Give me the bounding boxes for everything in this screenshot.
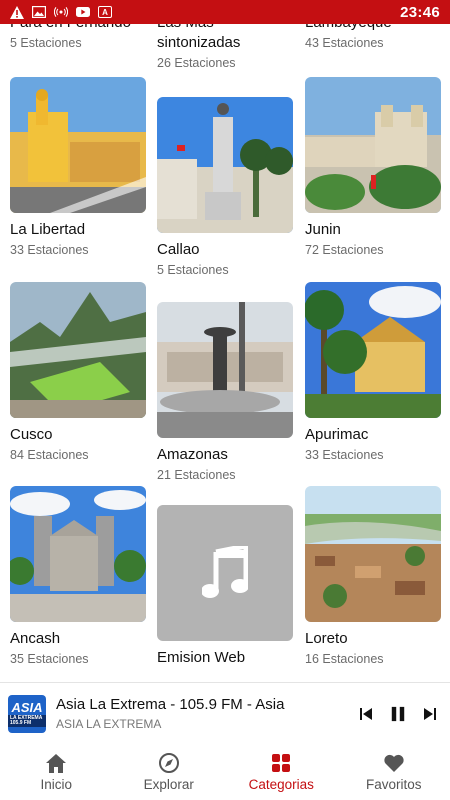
category-card-partial-3[interactable]: Lambayeque 43 Estaciones [305,24,441,50]
player-info[interactable]: Asia La Extrema - 105.9 FM - Asia ASIA L… [56,696,358,731]
station-logo: ASIA LA EXTREMA 105.9 FM [8,694,46,733]
nav-item-categorias[interactable]: Categorias [225,744,338,800]
a-icon: A [98,6,112,18]
category-count: 72 Estaciones [305,243,384,257]
category-count: 16 Estaciones [305,652,384,666]
category-name: Loreto [305,630,348,647]
nav-item-explorar[interactable]: Explorar [113,744,226,800]
category-count: 21 Estaciones [157,468,236,482]
category-name: sintonizadas [157,34,241,51]
category-name: Junin [305,221,341,238]
category-name: Ancash [10,630,61,647]
mini-player[interactable]: ASIA LA EXTREMA 105.9 FM Asia La Extrema… [0,682,450,744]
category-count: 26 Estaciones [157,56,236,70]
category-card-amazonas[interactable]: Amazonas 21 Estaciones [157,302,293,482]
monument-image [157,97,293,233]
skip-previous-icon[interactable] [358,706,374,722]
category-name: La Libertad [10,221,86,238]
player-controls [358,706,438,722]
church-image [10,486,146,622]
grid-icon [270,752,292,774]
category-count: 43 Estaciones [305,36,384,50]
category-name: Para en Fernando [10,24,146,32]
category-card-la-libertad[interactable]: La Libertad 33 Estaciones [10,77,146,257]
broadcast-icon [54,5,68,19]
category-card-loreto[interactable]: Loreto 16 Estaciones [305,486,441,666]
nav-item-inicio[interactable]: Inicio [0,744,113,800]
category-name: Callao [157,241,200,258]
nav-item-favoritos[interactable]: Favoritos [338,744,450,800]
image-icon [32,5,46,19]
category-card-apurimac[interactable]: Apurimac 33 Estaciones [305,282,441,462]
category-name: Cusco [10,426,53,443]
heart-icon [383,752,405,774]
alert-icon [10,5,24,19]
category-count: 5 Estaciones [157,263,229,277]
bottom-navigation: Inicio Explorar Categorias Favoritos [0,744,450,800]
category-grid: Para en Fernando 5 Estaciones Las Mas si… [0,24,450,680]
palm-plaza-image [305,282,441,418]
notification-icons: A [10,5,112,19]
category-count: 35 Estaciones [10,652,89,666]
skip-next-icon[interactable] [422,706,438,722]
fountain-image [157,302,293,438]
category-card-emision-web[interactable]: Emision Web [157,505,293,666]
player-subtitle: ASIA LA EXTREMA [56,717,162,731]
compass-icon [158,752,180,774]
machu-picchu-image [10,282,146,418]
status-bar: A 23:46 [0,0,450,24]
category-count: 33 Estaciones [10,243,89,257]
music-note-icon [157,505,293,641]
category-name: Emision Web [157,649,246,666]
category-name-top: Las Mas [157,24,293,32]
category-name: Apurimac [305,426,369,443]
pause-icon[interactable] [390,706,406,722]
category-name: Lambayeque [305,24,441,32]
plaza-town-image [305,77,441,213]
category-card-callao[interactable]: Callao 5 Estaciones [157,97,293,277]
category-count: 5 Estaciones [10,36,82,50]
status-time: 23:46 [400,3,440,21]
youtube-icon [76,5,90,19]
plaza-cathedral-image [10,77,146,213]
player-title: Asia La Extrema - 105.9 FM - Asia [56,696,285,713]
category-card-junin[interactable]: Junin 72 Estaciones [305,77,441,257]
home-icon [45,752,67,774]
category-card-cusco[interactable]: Cusco 84 Estaciones [10,282,146,462]
category-card-ancash[interactable]: Ancash 35 Estaciones [10,486,146,666]
aerial-city-image [305,486,441,622]
category-card-partial-1[interactable]: Para en Fernando 5 Estaciones [10,24,146,50]
category-name: Amazonas [157,446,228,463]
category-count: 33 Estaciones [305,448,384,462]
category-card-partial-2[interactable]: Las Mas sintonizadas 26 Estaciones [157,24,293,70]
category-count: 84 Estaciones [10,448,89,462]
